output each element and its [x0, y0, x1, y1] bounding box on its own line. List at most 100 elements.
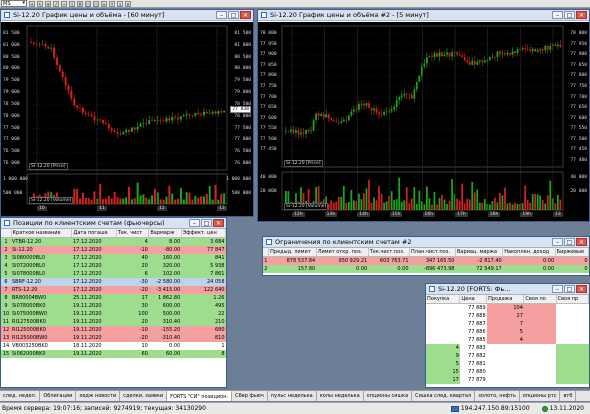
orderbook-titlebar[interactable]: Si-12.20 [FORTS: Фь... – □ ✕: [426, 284, 589, 295]
text-tool-icon[interactable]: A: [77, 0, 83, 7]
workspace-tab[interactable]: FORTS "СИ" позицион.: [167, 391, 233, 401]
column-header[interactable]: Краткое название: [11, 229, 73, 238]
buy-volume[interactable]: [426, 320, 460, 328]
minimize-button[interactable]: –: [552, 285, 563, 293]
arrow-down-icon[interactable]: ↓: [117, 0, 123, 7]
minimize-button[interactable]: –: [216, 11, 227, 19]
price-level[interactable]: 77 879: [459, 376, 487, 384]
maximize-button[interactable]: □: [564, 11, 575, 19]
sell-volume[interactable]: 104: [486, 303, 524, 312]
workspace-tab[interactable]: сделки, заявки: [120, 391, 168, 401]
price-level[interactable]: 77 885: [459, 336, 487, 344]
buy-volume[interactable]: 15: [426, 368, 460, 376]
orderbook-row[interactable]: 15 77 880: [426, 368, 589, 376]
table-row[interactable]: 14 VB003250BK0 18.11.2020 10 0.00 1: [1, 342, 226, 350]
close-button[interactable]: ✕: [576, 11, 587, 19]
sell-volume[interactable]: [486, 360, 524, 368]
workspace-tab[interactable]: золото, нефть: [475, 391, 520, 401]
workspace-tab[interactable]: след. недел.: [0, 391, 41, 401]
orderbook-row[interactable]: 9 77 882: [426, 352, 589, 360]
table-row[interactable]: 3 Si080000BL0 17.12.2020 40 160.00 841: [1, 254, 226, 262]
sell-volume[interactable]: 5: [486, 328, 524, 336]
rect-tool-icon[interactable]: □: [85, 0, 91, 7]
limits-titlebar[interactable]: Ограничения по клиентским счетам #2 – □ …: [263, 237, 589, 248]
price-level[interactable]: 77 887: [459, 320, 487, 328]
orderbook-row[interactable]: 4 77 883: [426, 344, 589, 352]
table-row[interactable]: 12 RI125000BK0 19.11.2020 -10 -155.20 680: [1, 326, 226, 334]
table-row[interactable]: 15 Si082000BK0 19.11.2020 60 60.00 8: [1, 350, 226, 358]
workspace-tab[interactable]: хедж новости: [76, 391, 121, 401]
table-row[interactable]: 13 RI125000BW0 19.11.2020 -20 -310.40 810: [1, 334, 226, 342]
buy-volume[interactable]: [426, 336, 460, 344]
table-row[interactable]: 8 BR80004BW0 25.11.2020 17 1 862.80 1.26: [1, 294, 226, 302]
column-header[interactable]: Дата погаше: [71, 229, 117, 238]
add-icon[interactable]: +: [29, 0, 35, 7]
table-row[interactable]: 7 RTS-12.20 17.12.2020 -20 -3 415.00 122 640: [1, 286, 226, 294]
column-header[interactable]: Вариац. маржа: [455, 248, 504, 257]
hline-tool-icon[interactable]: —: [61, 0, 67, 7]
workspace-tab[interactable]: пульс неделька: [267, 391, 317, 401]
column-header[interactable]: Продажа: [486, 295, 525, 304]
maximize-button[interactable]: □: [228, 11, 239, 19]
delete-tool-icon[interactable]: ✕: [125, 0, 131, 7]
maximize-button[interactable]: □: [564, 238, 575, 246]
sell-volume[interactable]: [486, 376, 524, 384]
column-header[interactable]: Лимит откр. поз.: [316, 248, 369, 257]
candlestick-chart[interactable]: [258, 22, 589, 222]
buy-volume[interactable]: [426, 328, 460, 336]
column-header[interactable]: Тек.чист.поз.: [368, 248, 411, 257]
price-level[interactable]: 77 882: [459, 352, 487, 360]
table-row[interactable]: 2 Si-12.20 17.12.2020 -10 -80.00 77 847: [1, 246, 226, 254]
workspace-tab[interactable]: втб: [560, 391, 577, 401]
column-header[interactable]: Покупка: [426, 295, 461, 304]
price-level[interactable]: 77 889: [459, 303, 487, 312]
workspace-tab[interactable]: Сбер фьюч: [232, 391, 268, 401]
close-button[interactable]: ✕: [576, 238, 587, 246]
column-header[interactable]: Накоплен. доход: [502, 248, 556, 257]
instrument-select[interactable]: MS: [1, 0, 27, 7]
buy-volume[interactable]: 5: [426, 360, 460, 368]
close-button[interactable]: ✕: [240, 11, 251, 19]
table-row[interactable]: 11 RI127500BK0 19.11.2020 20 310.40 210: [1, 318, 226, 326]
chart-canvas[interactable]: 81 500 81 500 81 000 81 000 80 500 80 500 80 0…: [1, 22, 253, 216]
buy-volume[interactable]: [426, 312, 460, 320]
buy-volume[interactable]: 17: [426, 376, 460, 384]
candlestick-chart[interactable]: [1, 22, 253, 217]
chart-window-titlebar[interactable]: Si-12.20 График цены и объёма #2 - [5 ми…: [258, 10, 589, 21]
table-row[interactable]: 2 157.80 0.00 0.00 -896 473.98 72 549.17 0.00 0: [263, 265, 589, 273]
buy-volume[interactable]: 4: [426, 344, 460, 352]
ellipse-tool-icon[interactable]: ○: [93, 0, 99, 7]
buy-volume[interactable]: 9: [426, 352, 460, 360]
close-button[interactable]: ✕: [213, 219, 224, 227]
orderbook-row[interactable]: 17 77 879: [426, 376, 589, 384]
connection-status[interactable]: 194.247.150.89:15100: [445, 405, 536, 412]
price-level[interactable]: 77 888: [459, 312, 487, 320]
table-row[interactable]: 1 VTBR-12.20 17.12.2020 4 8.00 3 684: [1, 237, 226, 246]
maximize-button[interactable]: □: [201, 219, 212, 227]
orderbook-row[interactable]: 77 887 7: [426, 320, 589, 328]
minimize-button[interactable]: –: [552, 11, 563, 19]
crosshair-icon[interactable]: ✛: [45, 0, 51, 7]
orderbook-row[interactable]: 77 888 27: [426, 312, 589, 320]
table-row[interactable]: 9 Si078000BK0 19.11.2020 30 600.00 495: [1, 302, 226, 310]
chart-canvas[interactable]: 78 000 78 000 77 950 77 950 77 900 77 900 77 8…: [258, 22, 589, 221]
maximize-button[interactable]: □: [564, 285, 575, 293]
close-button[interactable]: ✕: [576, 285, 587, 293]
vline-tool-icon[interactable]: |: [69, 0, 75, 7]
column-header[interactable]: Предыд. лимит: [268, 248, 317, 257]
sell-volume[interactable]: 27: [486, 312, 524, 320]
price-level[interactable]: 77 886: [459, 328, 487, 336]
column-header[interactable]: [1, 229, 12, 238]
sell-volume[interactable]: 7: [486, 320, 524, 328]
column-header[interactable]: Своя пр: [556, 295, 589, 304]
buy-volume[interactable]: [426, 303, 460, 312]
sell-volume[interactable]: [486, 344, 524, 352]
line-tool-icon[interactable]: /: [53, 0, 59, 7]
workspace-tab[interactable]: колы неделька: [316, 391, 364, 401]
sell-volume[interactable]: [486, 352, 524, 360]
column-header[interactable]: Своя по: [523, 295, 557, 304]
arrow-up-icon[interactable]: ↑: [109, 0, 115, 7]
table-row[interactable]: 5 Si078000BL0 17.12.2020 6 102.00 7 861: [1, 270, 226, 278]
table-row[interactable]: 1 878 537.84 950 929.21 603 763.71 347 165.5…: [263, 256, 589, 265]
chart-window-titlebar[interactable]: Si-12.20 График цены и объёма - [60 мину…: [1, 10, 253, 21]
